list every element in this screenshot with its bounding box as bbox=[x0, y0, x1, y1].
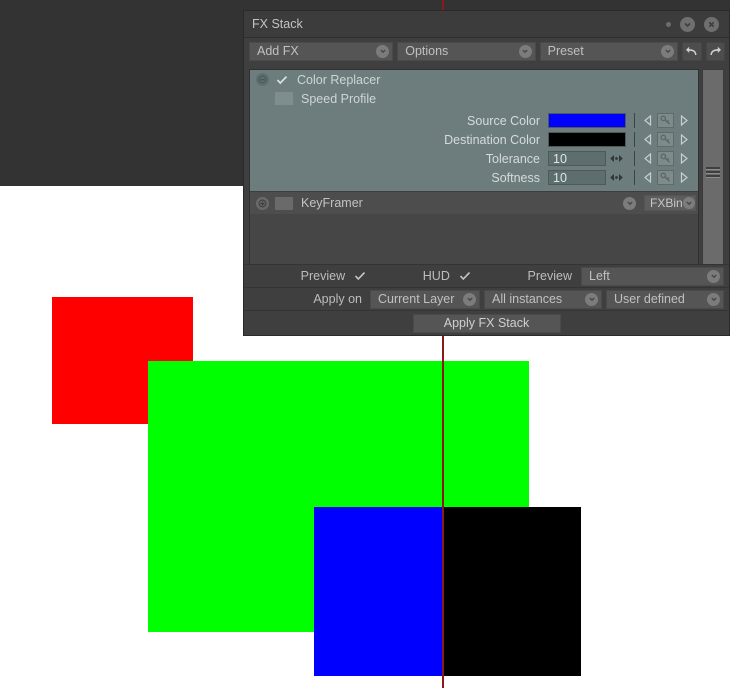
add-fx-dropdown[interactable]: Add FX bbox=[249, 41, 394, 61]
apply-on-dropdown[interactable]: Current Layer bbox=[370, 289, 480, 309]
redo-button[interactable] bbox=[705, 41, 725, 61]
prev-keyframe-icon[interactable] bbox=[641, 171, 654, 185]
tolerance-spinner[interactable] bbox=[606, 154, 626, 163]
fx-item-keyframer[interactable]: KeyFramer FXBin bbox=[250, 191, 698, 214]
param-row-destination-color: Destination Color bbox=[250, 131, 698, 148]
key-icon bbox=[659, 153, 670, 163]
param-label: Tolerance bbox=[485, 151, 540, 166]
preview-checkmark[interactable] bbox=[354, 271, 366, 281]
panel-toolbar: Add FX Options Preset bbox=[244, 38, 729, 65]
param-label: Source Color bbox=[467, 113, 540, 128]
prev-keyframe-icon[interactable] bbox=[641, 152, 654, 166]
close-icon[interactable] bbox=[704, 16, 719, 32]
apply-fx-stack-button[interactable]: Apply FX Stack bbox=[412, 313, 561, 333]
chevron-down-icon[interactable] bbox=[682, 197, 695, 209]
options-label: Options bbox=[405, 44, 449, 58]
preview-side-label: Preview bbox=[527, 269, 572, 283]
destination-color-swatch[interactable] bbox=[548, 132, 626, 147]
next-keyframe-icon[interactable] bbox=[677, 171, 690, 185]
fx-item-color-replacer[interactable]: Color Replacer bbox=[250, 70, 698, 89]
chevron-down-icon[interactable] bbox=[518, 44, 532, 58]
fx-list-scrollbar[interactable] bbox=[702, 69, 724, 276]
hud-checkmark[interactable] bbox=[459, 271, 471, 281]
speed-profile-checkbox[interactable] bbox=[275, 92, 293, 105]
chevron-down-icon[interactable] bbox=[680, 16, 695, 32]
fx-stack-panel: FX Stack Add FX Options Preset Color Rep… bbox=[243, 10, 730, 336]
param-label: Destination Color bbox=[444, 132, 540, 147]
chevron-down-icon[interactable] bbox=[585, 292, 598, 306]
softness-spinner[interactable] bbox=[606, 173, 626, 182]
preview-label: Preview bbox=[300, 269, 346, 283]
param-row-tolerance: Tolerance 10 bbox=[250, 150, 698, 167]
redo-arrow-icon bbox=[710, 46, 722, 55]
next-keyframe-icon[interactable] bbox=[677, 152, 690, 166]
add-keyframe-button[interactable] bbox=[657, 151, 674, 166]
color-replacer-parameters: Source Color Destination Color Tolerance… bbox=[250, 108, 698, 191]
preview-side-dropdown[interactable]: Left bbox=[581, 266, 724, 286]
prev-keyframe-icon[interactable] bbox=[641, 133, 654, 147]
source-color-swatch[interactable] bbox=[548, 113, 626, 128]
user-defined-dropdown[interactable]: User defined bbox=[606, 289, 724, 309]
scrollbar-grip[interactable] bbox=[706, 167, 720, 178]
fx-item-label: Color Replacer bbox=[297, 72, 381, 87]
panel-titlebar[interactable]: FX Stack bbox=[244, 11, 729, 38]
left-right-arrows-icon bbox=[609, 155, 623, 162]
user-defined-value: User defined bbox=[614, 292, 685, 306]
preset-dropdown[interactable]: Preset bbox=[539, 41, 678, 61]
fx-item-label: KeyFramer bbox=[301, 196, 363, 210]
panel-footer: Preview HUD Preview Left Apply on Curren… bbox=[244, 264, 729, 335]
fx-subitem-speed-profile[interactable]: Speed Profile bbox=[250, 89, 698, 108]
param-label: Softness bbox=[491, 170, 540, 185]
fx-enabled-checkmark[interactable] bbox=[275, 73, 289, 86]
next-keyframe-icon[interactable] bbox=[677, 133, 690, 147]
add-keyframe-button[interactable] bbox=[657, 170, 674, 185]
hud-label: HUD bbox=[422, 269, 450, 283]
apply-on-value: Current Layer bbox=[378, 292, 455, 306]
apply-on-label: Apply on bbox=[313, 292, 362, 306]
chevron-down-icon[interactable] bbox=[623, 196, 636, 210]
instances-value: All instances bbox=[492, 292, 563, 306]
preview-side-value: Left bbox=[589, 269, 610, 283]
instances-dropdown[interactable]: All instances bbox=[484, 289, 602, 309]
param-row-softness: Softness 10 bbox=[250, 169, 698, 186]
chevron-down-icon[interactable] bbox=[707, 269, 720, 283]
fxbin-column: FXBin bbox=[641, 192, 698, 214]
keyframer-checkbox[interactable] bbox=[275, 196, 293, 210]
chevron-down-icon[interactable] bbox=[707, 292, 720, 306]
fx-subitem-label: Speed Profile bbox=[301, 91, 377, 106]
add-keyframe-button[interactable] bbox=[657, 132, 674, 147]
tolerance-input[interactable]: 10 bbox=[548, 151, 606, 166]
preview-row: Preview HUD Preview Left bbox=[244, 264, 729, 287]
fx-list[interactable]: FXBin Color Replacer Speed Profile bbox=[249, 69, 699, 276]
softness-input[interactable]: 10 bbox=[548, 170, 606, 185]
blue-rectangle[interactable] bbox=[314, 507, 443, 676]
key-icon bbox=[659, 172, 670, 182]
dot-icon[interactable] bbox=[666, 21, 671, 27]
undo-button[interactable] bbox=[682, 41, 702, 61]
apply-on-row: Apply on Current Layer All instances Use… bbox=[244, 287, 729, 310]
undo-arrow-icon bbox=[685, 46, 697, 55]
black-rectangle[interactable] bbox=[443, 507, 581, 676]
chevron-down-icon[interactable] bbox=[661, 44, 674, 58]
next-keyframe-icon[interactable] bbox=[677, 114, 690, 128]
panel-title: FX Stack bbox=[252, 17, 303, 31]
expand-circle-icon[interactable] bbox=[256, 196, 269, 210]
chevron-down-icon[interactable] bbox=[463, 292, 476, 306]
fxbin-label: FXBin bbox=[650, 196, 683, 210]
preset-label: Preset bbox=[547, 44, 584, 58]
fxbin-button-keyframer[interactable]: FXBin bbox=[644, 195, 696, 211]
left-right-arrows-icon bbox=[609, 174, 623, 181]
apply-row: Apply FX Stack bbox=[244, 310, 729, 335]
key-icon bbox=[659, 134, 670, 144]
add-keyframe-button[interactable] bbox=[657, 113, 674, 128]
add-fx-label: Add FX bbox=[257, 44, 299, 58]
collapse-circle-icon[interactable] bbox=[256, 73, 269, 86]
chevron-down-icon[interactable] bbox=[376, 44, 390, 58]
options-dropdown[interactable]: Options bbox=[397, 41, 536, 61]
prev-keyframe-icon[interactable] bbox=[641, 114, 654, 128]
param-row-source-color: Source Color bbox=[250, 112, 698, 129]
key-icon bbox=[659, 115, 670, 125]
